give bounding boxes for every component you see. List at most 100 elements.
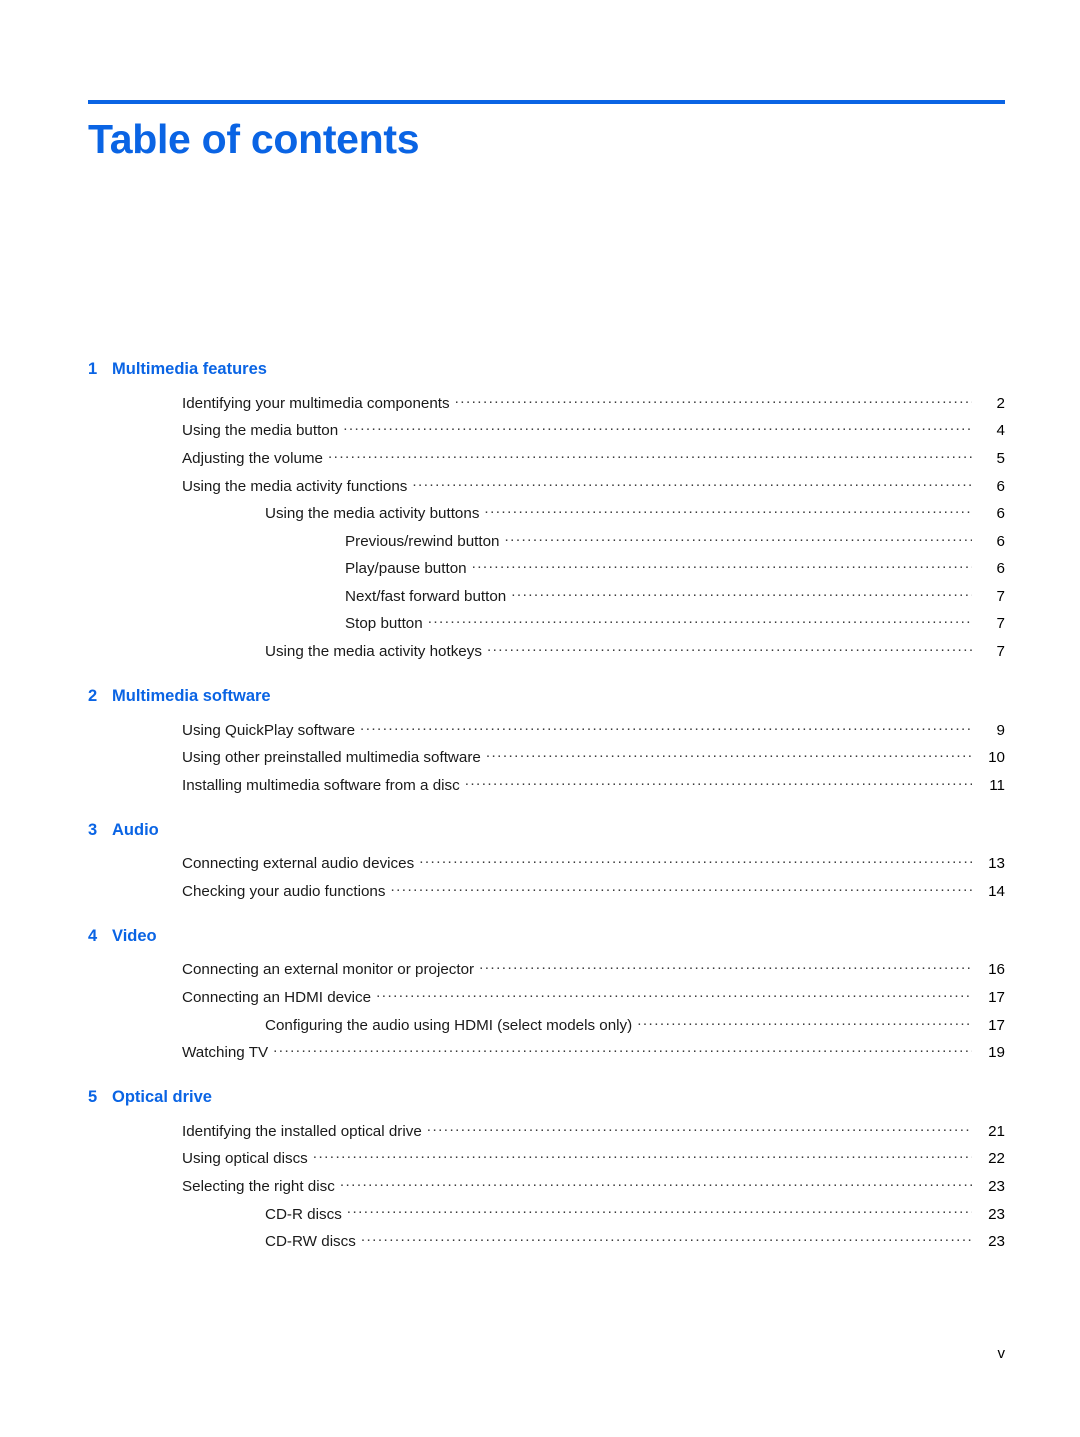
toc-entry[interactable]: Connecting an external monitor or projec…	[88, 955, 1005, 983]
toc-entry-page-number: 17	[988, 989, 1005, 1007]
toc-dot-leader	[343, 420, 972, 435]
toc-chapter-heading[interactable]: 5 Optical drive	[88, 1088, 1005, 1107]
toc-dot-leader	[465, 775, 972, 790]
toc-chapter-number: 5	[88, 1087, 98, 1106]
toc-entry[interactable]: Next/fast forward button 7	[88, 581, 1005, 609]
toc-entry[interactable]: Play/pause button 6	[88, 553, 1005, 581]
toc-dot-leader	[637, 1014, 972, 1029]
toc-entry[interactable]: Selecting the right disc 23	[88, 1171, 1005, 1199]
toc-entry[interactable]: Stop button 7	[88, 609, 1005, 637]
toc-dot-leader	[472, 558, 972, 573]
toc-dot-leader	[390, 881, 972, 896]
toc-chapter: 1 Multimedia features Identifying your mul…	[88, 360, 1005, 664]
toc-entry[interactable]: Using QuickPlay software 9	[88, 715, 1005, 743]
toc-entry-label: Using the media activity functions	[182, 477, 408, 495]
toc-entry-label: Identifying the installed optical drive	[182, 1122, 422, 1140]
toc-chapter: 4 Video Connecting an external monitor or …	[88, 927, 1005, 1065]
toc-dot-leader	[487, 641, 972, 656]
toc-entry-page-number: 6	[996, 477, 1005, 495]
toc-entry-label: Connecting an external monitor or projec…	[182, 961, 475, 979]
toc-entry[interactable]: Connecting external audio devices 13	[88, 849, 1005, 877]
toc-entry[interactable]: Connecting an HDMI device 17	[88, 982, 1005, 1010]
toc-entry-page-number: 23	[988, 1233, 1005, 1251]
page-title: Table of contents	[88, 116, 420, 162]
toc-entry-page-number: 7	[996, 642, 1005, 660]
toc-entry[interactable]: Configuring the audio using HDMI (select…	[88, 1010, 1005, 1038]
toc-entry-page-number: 10	[988, 749, 1005, 767]
toc-entry-page-number: 23	[988, 1177, 1005, 1195]
toc-entry-label: Next/fast forward button	[345, 587, 507, 605]
toc-dot-leader	[428, 613, 972, 628]
toc-chapter: 3 Audio Connecting external audio devices 1…	[88, 821, 1005, 904]
toc-entry-page-number: 4	[996, 422, 1005, 440]
toc-entry-page-number: 11	[989, 776, 1005, 794]
toc-entry-label: Watching TV	[182, 1044, 269, 1062]
toc-chapter: 5 Optical drive Identifying the installed …	[88, 1088, 1005, 1254]
title-divider-rule	[88, 100, 1005, 104]
toc-dot-leader	[486, 747, 972, 762]
toc-entry-page-number: 9	[996, 721, 1005, 739]
toc-chapter-heading[interactable]: 1 Multimedia features	[88, 360, 1005, 379]
toc-entry-label: CD-R discs	[265, 1205, 342, 1223]
toc-entry-label: Installing multimedia software from a di…	[182, 776, 460, 794]
toc-entry[interactable]: Using the media activity hotkeys 7	[88, 636, 1005, 664]
toc-entry[interactable]: Using optical discs 22	[88, 1144, 1005, 1172]
toc-dot-leader	[313, 1148, 972, 1163]
toc-entry[interactable]: Using the media activity buttons 6	[88, 498, 1005, 526]
document-header: Table of contents	[88, 100, 1005, 161]
toc-entry[interactable]: CD-R discs 23	[88, 1199, 1005, 1227]
toc-dot-leader	[427, 1121, 972, 1136]
toc-entry[interactable]: Using the media button 4	[88, 416, 1005, 444]
toc-dot-leader	[347, 1203, 972, 1218]
toc-dot-leader	[484, 503, 972, 518]
footer-page-number: v	[997, 1345, 1006, 1362]
toc-chapter-number: 2	[88, 686, 98, 705]
table-of-contents: 1 Multimedia features Identifying your mul…	[88, 360, 1005, 1254]
toc-entry-page-number: 2	[996, 394, 1005, 412]
toc-entry-page-number: 6	[996, 532, 1005, 550]
toc-dot-leader	[455, 393, 972, 408]
toc-entry-label: CD-RW discs	[265, 1233, 356, 1251]
toc-entry[interactable]: Adjusting the volume 5	[88, 443, 1005, 471]
toc-dot-leader	[412, 475, 972, 490]
toc-entry-label: Adjusting the volume	[182, 449, 323, 467]
toc-chapter-title: Multimedia software	[112, 686, 271, 705]
toc-entry-page-number: 14	[988, 882, 1005, 900]
toc-entry-page-number: 19	[988, 1044, 1005, 1062]
toc-chapter-heading[interactable]: 2 Multimedia software	[88, 687, 1005, 706]
toc-chapter-title: Audio	[112, 820, 159, 839]
toc-entry-page-number: 5	[996, 449, 1005, 467]
toc-chapter-title: Optical drive	[112, 1087, 212, 1106]
toc-dot-leader	[419, 853, 972, 868]
toc-chapter-number: 1	[88, 360, 98, 378]
toc-entry-label: Identifying your multimedia components	[182, 394, 450, 412]
toc-entry-label: Previous/rewind button	[345, 532, 500, 550]
toc-chapter-number: 3	[88, 820, 98, 839]
toc-entry-label: Connecting an HDMI device	[182, 989, 372, 1007]
page-footer: v	[88, 1345, 1006, 1362]
toc-dot-leader	[376, 987, 972, 1002]
toc-entry[interactable]: Using the media activity functions 6	[88, 471, 1005, 499]
toc-entry-page-number: 13	[988, 855, 1005, 873]
toc-entry[interactable]: Checking your audio functions 14	[88, 876, 1005, 904]
toc-chapter: 2 Multimedia software Using QuickPlay soft…	[88, 687, 1005, 798]
toc-entry-label: Connecting external audio devices	[182, 855, 415, 873]
toc-dot-leader	[511, 586, 972, 601]
toc-entry-page-number: 21	[988, 1122, 1005, 1140]
toc-entry[interactable]: Identifying your multimedia components 2	[88, 388, 1005, 416]
toc-entry-label: Using other preinstalled multimedia soft…	[182, 749, 481, 767]
toc-entry-page-number: 16	[988, 961, 1005, 979]
toc-entry[interactable]: CD-RW discs 23	[88, 1226, 1005, 1254]
toc-entry-label: Configuring the audio using HDMI (select…	[265, 1016, 633, 1034]
toc-dot-leader	[479, 959, 972, 974]
toc-entry[interactable]: Installing multimedia software from a di…	[88, 770, 1005, 798]
toc-entry[interactable]: Using other preinstalled multimedia soft…	[88, 742, 1005, 770]
toc-entry-page-number: 22	[988, 1150, 1005, 1168]
toc-dot-leader	[340, 1176, 972, 1191]
toc-entry[interactable]: Identifying the installed optical drive 2…	[88, 1116, 1005, 1144]
toc-entry[interactable]: Previous/rewind button 6	[88, 526, 1005, 554]
toc-chapter-heading[interactable]: 4 Video	[88, 927, 1005, 946]
toc-entry-label: Play/pause button	[345, 560, 467, 578]
toc-entry[interactable]: Watching TV 19	[88, 1037, 1005, 1065]
toc-chapter-heading[interactable]: 3 Audio	[88, 821, 1005, 840]
